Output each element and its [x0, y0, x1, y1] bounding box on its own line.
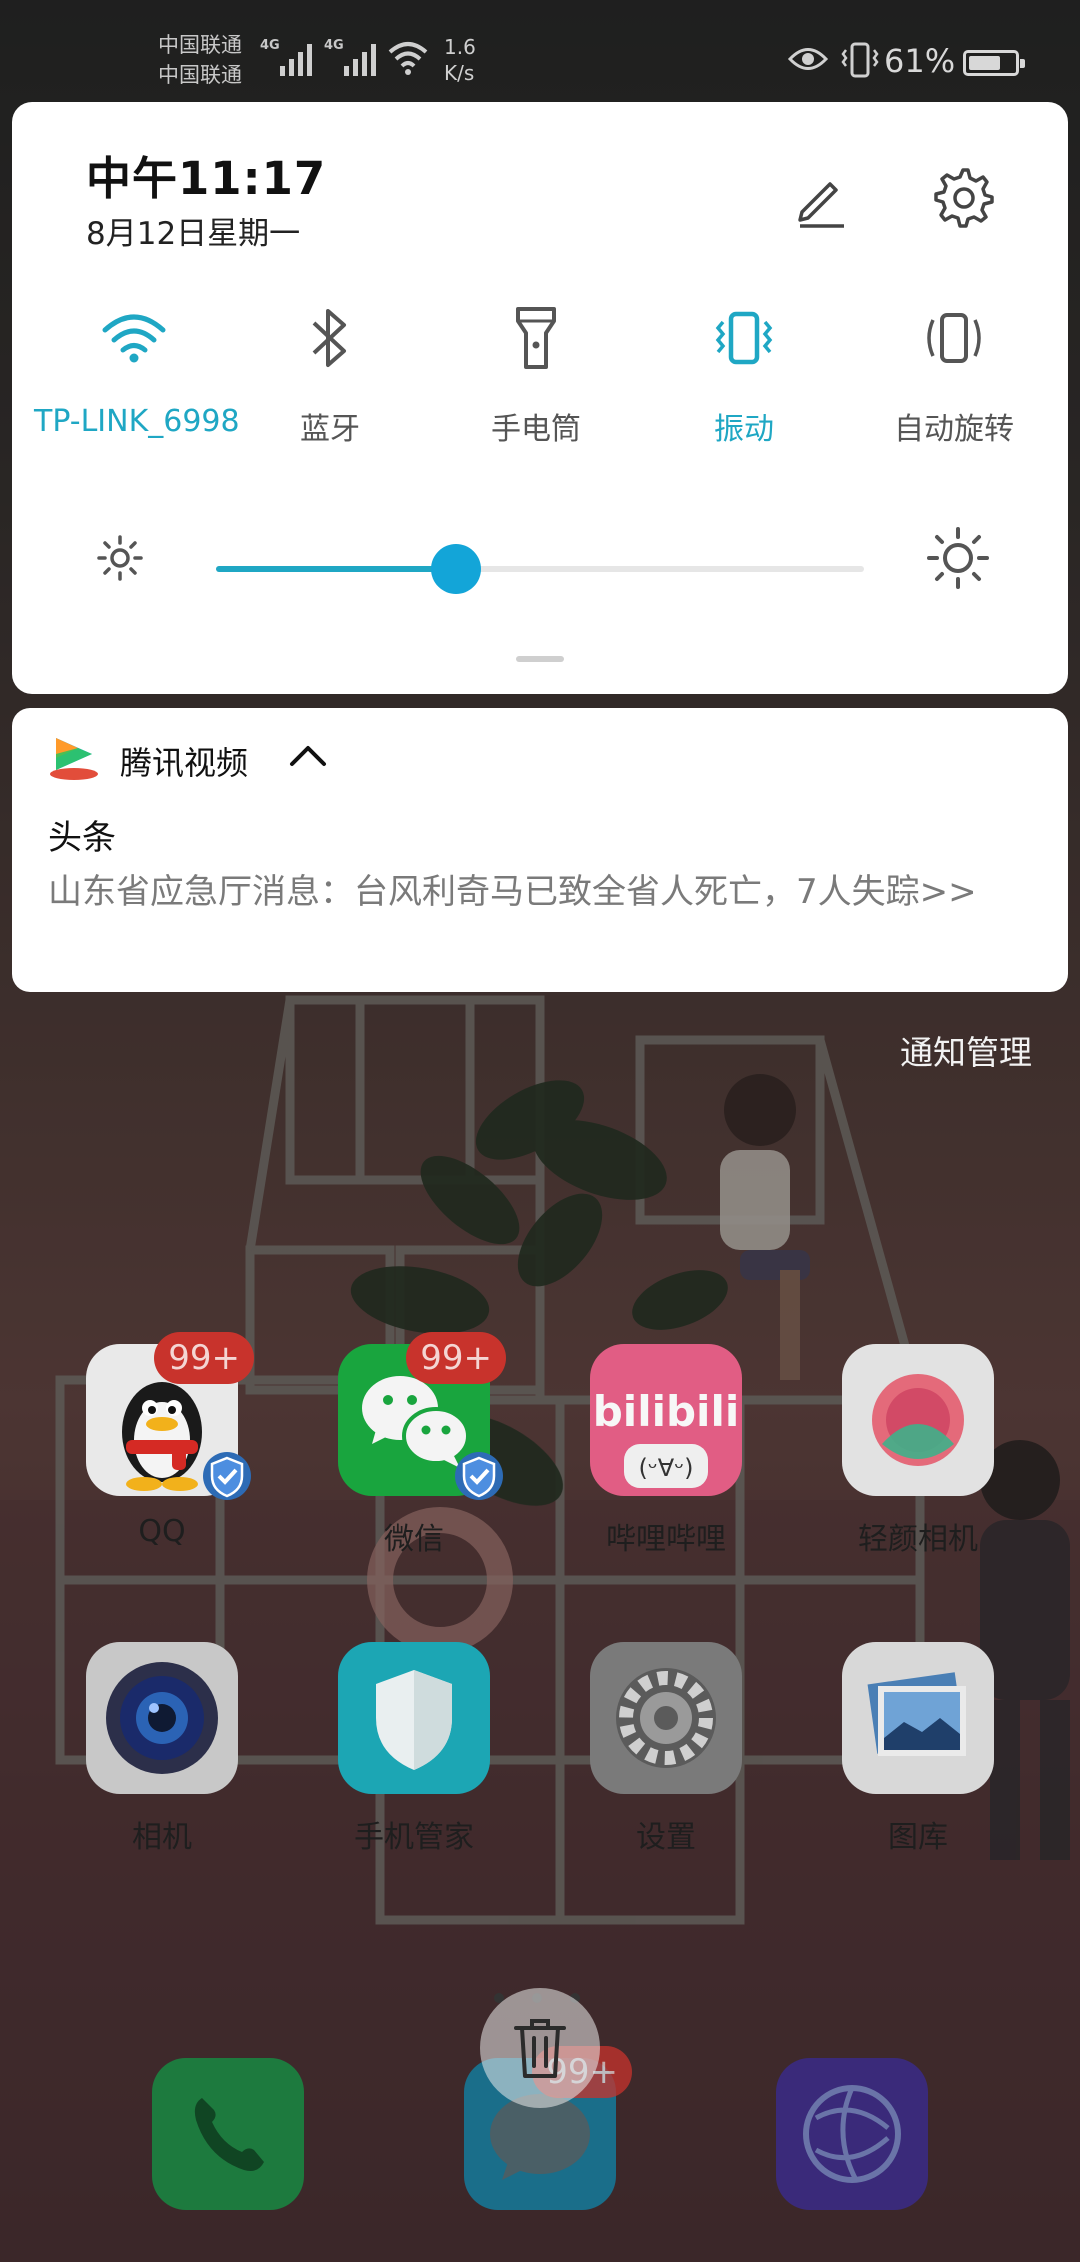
status-bar: 中国联通 中国联通 4G 4G 1.6 K/s 61% — [0, 0, 1080, 96]
pencil-icon — [798, 182, 844, 228]
brightness-slider-fill — [216, 566, 456, 572]
wechat-icon: 99+ — [338, 1332, 506, 1500]
notification-manage-link[interactable]: 通知管理 — [900, 1026, 1032, 1074]
tile-label: TP-LINK_6998 — [34, 404, 240, 439]
camera-beauty-icon — [842, 1344, 994, 1496]
svg-text:bilibili: bilibili — [593, 1387, 740, 1436]
app-label: 轻颜相机 — [858, 1522, 978, 1557]
edit-button[interactable] — [780, 160, 860, 240]
app-label: 手机管家 — [354, 1820, 474, 1855]
app-label: 设置 — [636, 1820, 696, 1855]
flashlight-icon — [516, 307, 556, 369]
wifi-icon — [102, 314, 166, 363]
carrier-2: 中国联通 — [158, 63, 242, 87]
settings-icon — [590, 1642, 742, 1794]
vibrate-status-icon — [840, 42, 880, 82]
network-type-1: 4G — [260, 38, 280, 53]
quick-settings-panel: 中午11:17 8月12日星期一 TP-LINK_6998 蓝牙 手电筒 振动 … — [12, 102, 1068, 694]
notification-card[interactable]: 腾讯视频 头条 山东省应急厅消息：台风利奇马已致全省人死亡，7人失踪>> — [12, 708, 1068, 992]
gear-icon — [934, 168, 994, 228]
carrier-1: 中国联通 — [158, 33, 242, 57]
app-settings[interactable]: 设置 — [566, 1642, 766, 1856]
network-type-2: 4G — [324, 38, 344, 53]
tile-flashlight[interactable]: 手电筒 — [436, 298, 636, 448]
tile-wifi[interactable]: TP-LINK_6998 — [34, 298, 240, 439]
clock-time: 中午11:17 — [86, 152, 327, 205]
app-gallery[interactable]: 图库 — [818, 1642, 1018, 1856]
settings-button[interactable] — [924, 158, 1004, 238]
notification-body: 山东省应急厅消息：台风利奇马已致全省人死亡，7人失踪>> — [48, 872, 977, 912]
auto-rotate-icon — [927, 313, 981, 363]
trash-icon — [514, 2019, 566, 2078]
tile-bluetooth[interactable]: 蓝牙 — [230, 298, 430, 448]
svg-text:(ᵕ∀ᵕ): (ᵕ∀ᵕ) — [639, 1454, 694, 1482]
brightness-slider[interactable] — [216, 544, 864, 594]
speed-value: 1.6 — [444, 35, 476, 59]
verified-shield-icon — [454, 1450, 504, 1506]
battery-icon — [963, 50, 1025, 76]
unread-badge: 99+ — [154, 1332, 254, 1384]
brightness-high-icon — [926, 526, 990, 594]
unread-badge: 99+ — [406, 1332, 506, 1384]
bluetooth-icon — [312, 309, 346, 367]
gallery-icon — [842, 1642, 994, 1794]
wifi-status-icon — [386, 40, 430, 80]
app-label: 哔哩哔哩 — [606, 1522, 726, 1557]
camera-icon — [86, 1642, 238, 1794]
bilibili-icon: bilibili (ᵕ∀ᵕ) — [590, 1344, 742, 1496]
notification-title: 头条 — [48, 818, 116, 858]
clear-notifications-button[interactable] — [480, 1988, 600, 2108]
network-speed: 1.6 K/s — [444, 34, 476, 86]
verified-shield-icon — [202, 1450, 252, 1506]
app-label: 微信 — [384, 1522, 444, 1557]
browser-icon[interactable] — [776, 2058, 928, 2210]
tile-label: 蓝牙 — [300, 412, 360, 447]
eye-comfort-icon — [787, 46, 829, 76]
app-wechat[interactable]: 99+ 微信 — [314, 1332, 514, 1558]
chevron-up-icon[interactable] — [288, 744, 328, 772]
app-label: QQ — [138, 1514, 186, 1549]
app-bilibili[interactable]: bilibili (ᵕ∀ᵕ) 哔哩哔哩 — [566, 1344, 766, 1558]
speed-unit: K/s — [444, 61, 475, 85]
qq-icon: 99+ — [86, 1332, 254, 1500]
tencent-video-icon — [48, 734, 104, 784]
app-phone-manager[interactable]: 手机管家 — [314, 1642, 514, 1856]
app-camera[interactable]: 相机 — [62, 1642, 262, 1856]
app-label: 相机 — [132, 1820, 192, 1855]
tile-label: 自动旋转 — [894, 412, 1014, 447]
panel-drag-handle[interactable] — [516, 656, 564, 662]
tile-label: 手电筒 — [491, 412, 581, 447]
app-qq[interactable]: 99+ QQ — [62, 1332, 262, 1549]
battery-percent: 61% — [884, 42, 956, 80]
phone-manager-icon — [338, 1642, 490, 1794]
carrier-labels: 中国联通 中国联通 — [158, 30, 242, 90]
tile-vibrate[interactable]: 振动 — [644, 298, 844, 448]
brightness-slider-knob[interactable] — [430, 544, 481, 594]
brightness-low-icon — [96, 534, 144, 586]
tile-label: 振动 — [714, 412, 774, 447]
notification-app-name: 腾讯视频 — [120, 744, 249, 782]
tile-auto-rotate[interactable]: 自动旋转 — [854, 298, 1054, 448]
app-label: 图库 — [888, 1820, 948, 1855]
clock-date: 8月12日星期一 — [86, 216, 301, 252]
app-qingyan-camera[interactable]: 轻颜相机 — [818, 1344, 1018, 1558]
vibrate-icon — [715, 311, 773, 365]
phone-dialer-icon[interactable] — [152, 2058, 304, 2210]
